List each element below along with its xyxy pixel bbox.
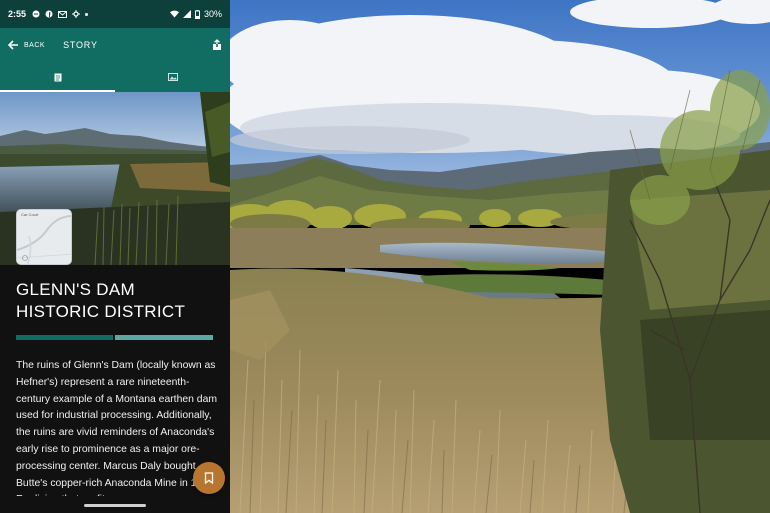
- story-title: GLENN'S DAM HISTORIC DISTRICT: [16, 279, 216, 323]
- document-icon: [54, 73, 61, 81]
- facebook-icon: [45, 10, 53, 18]
- story-title-line2: HISTORIC DISTRICT: [16, 302, 186, 321]
- settings-icon: [72, 10, 81, 18]
- bookmark-button[interactable]: [193, 462, 225, 494]
- share-button[interactable]: [212, 39, 222, 51]
- wetland-landscape-image: [230, 0, 770, 513]
- tab-bar: [0, 62, 230, 92]
- status-bar: 2:55 30%: [0, 0, 230, 28]
- tab-story-text[interactable]: [0, 62, 115, 92]
- back-label: BACK: [24, 41, 46, 49]
- signal-icon: [182, 10, 191, 18]
- share-icon: [213, 39, 221, 50]
- status-time: 2:55: [8, 9, 27, 19]
- story-body-text: The ruins of Glenn's Dam (locally known …: [16, 360, 218, 496]
- app-bar: BACK STORY: [0, 28, 230, 62]
- map-thumbnail-label: Car Court: [21, 212, 39, 217]
- arrow-left-icon: [8, 40, 18, 50]
- title-divider: [16, 335, 213, 340]
- messages-icon: [32, 10, 40, 18]
- wifi-icon: [169, 10, 179, 18]
- status-right-group: 30%: [169, 9, 222, 19]
- map-preview-image: [17, 210, 71, 264]
- back-button[interactable]: BACK: [0, 28, 53, 62]
- phone-app-panel: 2:55 30% BACK STORY Car Court GLENN'S DA…: [0, 0, 230, 513]
- image-icon: [167, 73, 178, 81]
- bookmark-icon: [204, 472, 214, 484]
- battery-icon: [194, 9, 200, 19]
- gesture-nav-handle[interactable]: [84, 504, 146, 507]
- map-thumbnail[interactable]: Car Court: [16, 209, 72, 265]
- gmail-icon: [58, 10, 68, 18]
- battery-percent: 30%: [203, 9, 222, 19]
- more-notifications-dot: [85, 12, 89, 16]
- divider-segment-dark: [16, 335, 113, 340]
- landscape-photo: [230, 0, 770, 513]
- notification-icons: [32, 10, 89, 18]
- story-title-line1: GLENN'S DAM: [16, 280, 135, 299]
- divider-segment-light: [115, 335, 213, 340]
- app-bar-title: STORY: [63, 40, 98, 50]
- tab-gallery[interactable]: [115, 62, 230, 92]
